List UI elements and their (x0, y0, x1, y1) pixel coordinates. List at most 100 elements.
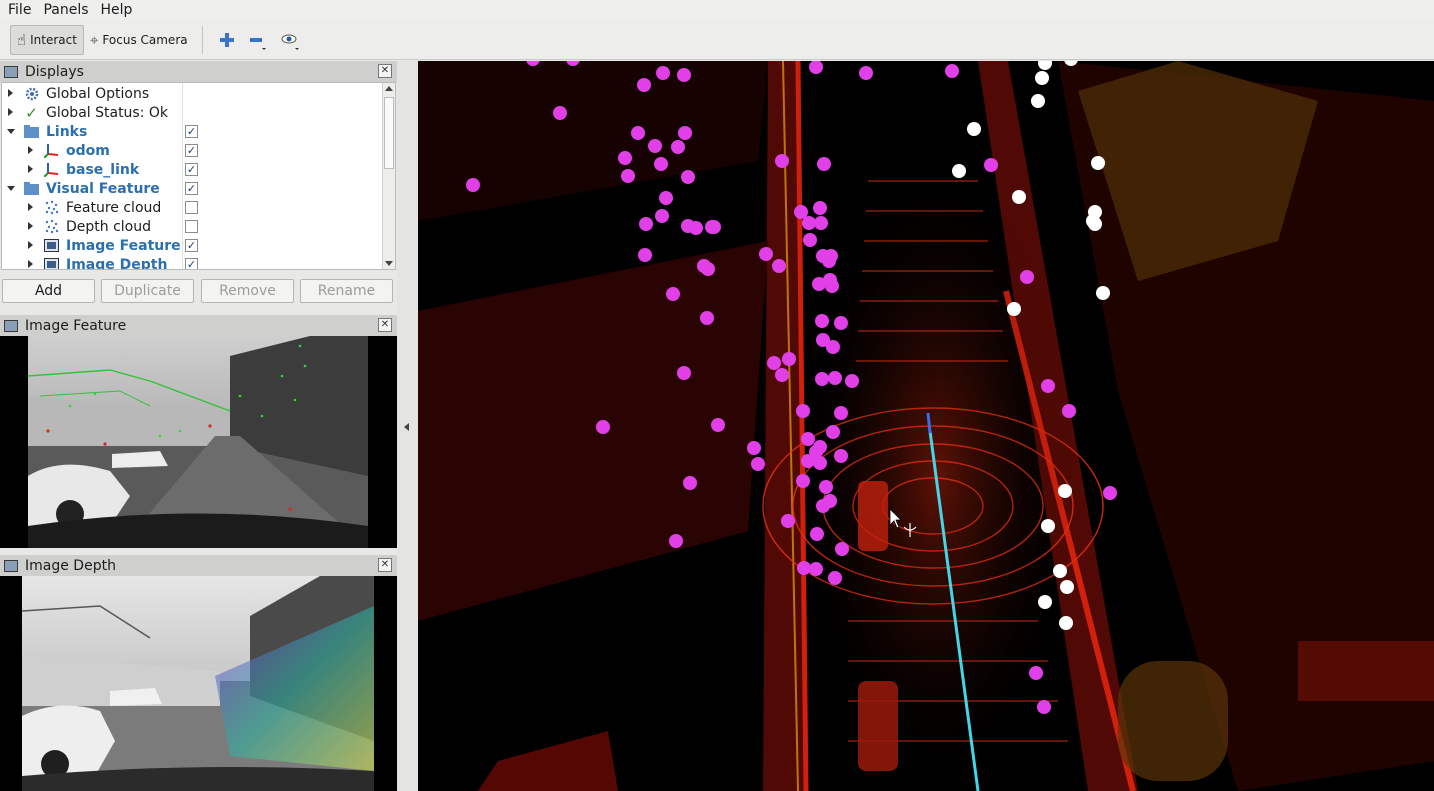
feature-point (654, 157, 668, 171)
feature-point (637, 78, 651, 92)
feature-point (945, 64, 959, 78)
feature-point (618, 151, 632, 165)
collapse-arrow-icon[interactable] (7, 129, 15, 134)
feature-point (1037, 700, 1051, 714)
image-icon (44, 257, 59, 269)
feature-point (828, 571, 842, 585)
add-button[interactable]: Add (2, 279, 95, 303)
menu-panels[interactable]: Panels (37, 0, 94, 20)
depth-point (967, 122, 981, 136)
scroll-up-icon[interactable] (385, 86, 393, 91)
menu-help[interactable]: Help (95, 0, 139, 20)
links-checkbox[interactable]: ✓ (185, 125, 198, 138)
base-link-checkbox[interactable]: ✓ (185, 163, 198, 176)
close-icon[interactable]: ✕ (378, 558, 392, 572)
feature-point (659, 191, 673, 205)
feature-point (826, 425, 840, 439)
collapse-left-arrow-icon[interactable] (404, 423, 409, 431)
odom-checkbox[interactable]: ✓ (185, 144, 198, 157)
expand-arrow-icon[interactable] (8, 108, 13, 116)
feature-point (701, 262, 715, 276)
hand-icon: ☝ (17, 30, 27, 49)
tree-row-image-depth[interactable]: Image Depth ✓ (2, 255, 382, 269)
expand-arrow-icon[interactable] (28, 222, 33, 230)
feature-point (553, 106, 567, 120)
tree-scrollbar[interactable] (382, 83, 395, 269)
duplicate-button[interactable]: Duplicate (101, 279, 194, 303)
remove-button[interactable]: Remove (201, 279, 294, 303)
feature-point (711, 418, 725, 432)
tree-row-odom[interactable]: odom ✓ (2, 141, 382, 160)
feature-point (816, 499, 830, 513)
render-3d-viewport[interactable] (418, 61, 1434, 791)
image-depth-view[interactable] (0, 576, 397, 791)
feature-point (1041, 379, 1055, 393)
feature-point (772, 259, 786, 273)
feature-point (751, 457, 765, 471)
scrollbar-thumb[interactable] (384, 97, 394, 169)
menu-file[interactable]: File (2, 0, 37, 20)
depth-point (1091, 156, 1105, 170)
depth-point (1058, 484, 1072, 498)
tree-row-base-link[interactable]: base_link ✓ (2, 160, 382, 179)
feature-point (666, 287, 680, 301)
expand-arrow-icon[interactable] (28, 165, 33, 173)
tree-row-visual-feature[interactable]: Visual Feature ✓ (2, 179, 382, 198)
feature-point (796, 474, 810, 488)
feature-point (621, 169, 635, 183)
expand-arrow-icon[interactable] (28, 260, 33, 268)
image-icon (44, 238, 59, 253)
dock-splitter[interactable] (397, 61, 418, 791)
image-feature-panel-header: Image Feature ✕ (0, 315, 397, 336)
expand-arrow-icon[interactable] (8, 89, 13, 97)
feature-point (631, 126, 645, 140)
feature-cloud-checkbox[interactable] (185, 201, 198, 214)
eye-icon[interactable] (280, 29, 302, 51)
depth-cloud-checkbox[interactable] (185, 220, 198, 233)
depth-point (1088, 217, 1102, 231)
tree-row-links[interactable]: Links ✓ (2, 122, 382, 141)
lidar-map (418, 61, 1434, 791)
feature-point (782, 352, 796, 366)
remove-tool-icon[interactable] (248, 29, 270, 51)
image-depth-checkbox[interactable]: ✓ (185, 258, 198, 269)
feature-point (828, 371, 842, 385)
interact-tool-button[interactable]: ☝ Interact (10, 24, 84, 55)
depth-point (1038, 595, 1052, 609)
tree-row-image-feature[interactable]: Image Feature ✓ (2, 236, 382, 255)
collapse-arrow-icon[interactable] (7, 186, 15, 191)
depth-point (1007, 302, 1021, 316)
tree-label: Depth cloud (66, 218, 152, 235)
expand-arrow-icon[interactable] (28, 146, 33, 154)
tree-row-depth-cloud[interactable]: Depth cloud (2, 217, 382, 236)
tree-row-feature-cloud[interactable]: Feature cloud (2, 198, 382, 217)
feature-point (759, 247, 773, 261)
rename-button[interactable]: Rename (300, 279, 393, 303)
feature-point (596, 420, 610, 434)
close-icon[interactable]: ✕ (378, 318, 392, 332)
heading-axis (926, 412, 932, 434)
scroll-down-icon[interactable] (385, 261, 393, 266)
image-feature-view[interactable] (0, 336, 397, 548)
feature-point (802, 216, 816, 230)
feature-point (677, 68, 691, 82)
close-icon[interactable]: ✕ (378, 64, 392, 78)
expand-arrow-icon[interactable] (28, 241, 33, 249)
feature-point (466, 178, 480, 192)
tree-row-global-status[interactable]: ✓ Global Status: Ok (2, 103, 382, 122)
feature-point (655, 209, 669, 223)
feature-point (834, 316, 848, 330)
axes-icon (44, 162, 59, 177)
tree-row-global-options[interactable]: Global Options (2, 84, 382, 103)
feature-point (819, 480, 833, 494)
point-cloud-scene[interactable] (418, 61, 1434, 791)
visual-feature-checkbox[interactable]: ✓ (185, 182, 198, 195)
feature-point (656, 66, 670, 80)
feature-point (803, 233, 817, 247)
expand-arrow-icon[interactable] (28, 203, 33, 211)
focus-camera-button[interactable]: ⌖ Focus Camera (84, 25, 194, 55)
image-feature-checkbox[interactable]: ✓ (185, 239, 198, 252)
add-tool-icon[interactable] (216, 29, 238, 51)
depth-point (1060, 580, 1074, 594)
depth-point (1053, 564, 1067, 578)
